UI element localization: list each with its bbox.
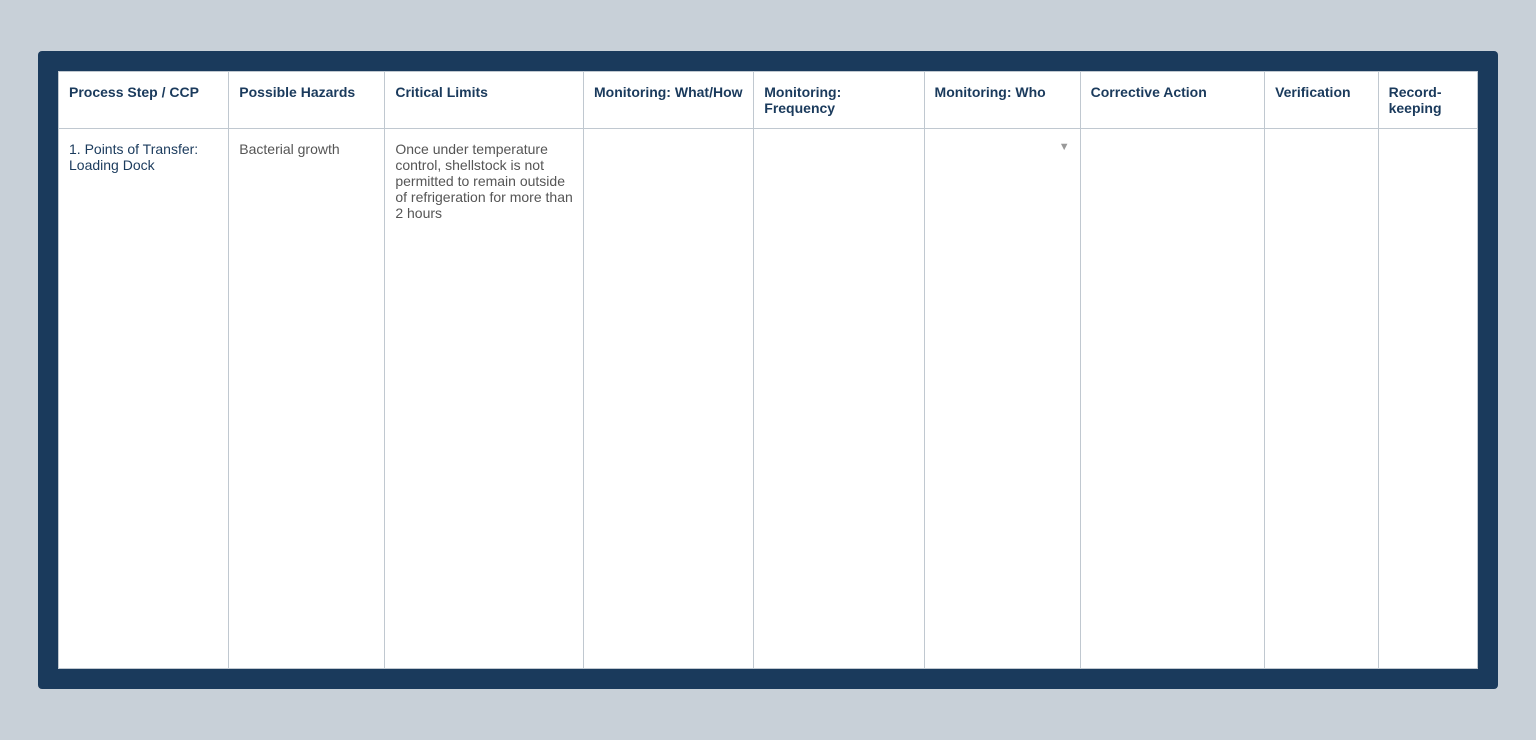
cell-record	[1378, 129, 1477, 669]
header-who: Monitoring: Who	[924, 72, 1080, 129]
table-row: 1. Points of Transfer: Loading Dock Bact…	[59, 129, 1478, 669]
cell-who[interactable]: ▼	[924, 129, 1080, 669]
cell-verify	[1265, 129, 1379, 669]
header-process: Process Step / CCP	[59, 72, 229, 129]
cell-limits: Once under temperature control, shellsto…	[385, 129, 584, 669]
dropdown-icon[interactable]: ▼	[1059, 141, 1070, 153]
header-what: Monitoring: What/How	[584, 72, 754, 129]
cell-process: 1. Points of Transfer: Loading Dock	[59, 129, 229, 669]
header-row: Process Step / CCP Possible Hazards Crit…	[59, 72, 1478, 129]
header-limits: Critical Limits	[385, 72, 584, 129]
cell-freq	[754, 129, 924, 669]
header-freq: Monitoring: Frequency	[754, 72, 924, 129]
header-record: Record-keeping	[1378, 72, 1477, 129]
inner-wrapper: Process Step / CCP Possible Hazards Crit…	[56, 69, 1480, 671]
cell-what	[584, 129, 754, 669]
header-action: Corrective Action	[1080, 72, 1264, 129]
haccp-table: Process Step / CCP Possible Hazards Crit…	[58, 71, 1478, 669]
cell-hazards: Bacterial growth	[229, 129, 385, 669]
header-verify: Verification	[1265, 72, 1379, 129]
table-wrapper: Process Step / CCP Possible Hazards Crit…	[38, 51, 1498, 689]
header-hazards: Possible Hazards	[229, 72, 385, 129]
cell-action	[1080, 129, 1264, 669]
